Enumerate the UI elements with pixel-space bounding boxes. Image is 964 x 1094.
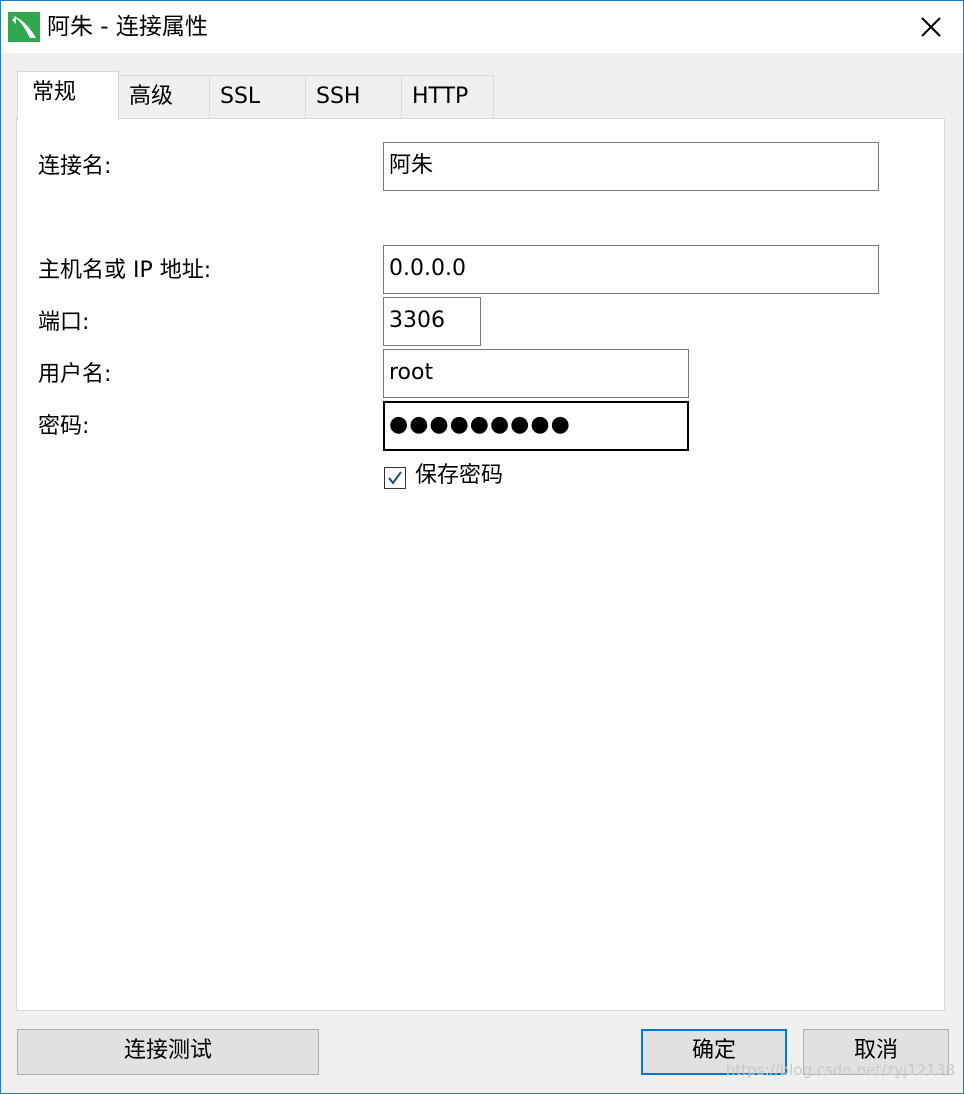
- port-input[interactable]: 3306: [383, 297, 481, 346]
- port-label: 端口:: [38, 310, 90, 335]
- test-connection-button[interactable]: 连接测试: [17, 1029, 319, 1075]
- save-password-checkbox[interactable]: [384, 467, 406, 489]
- title-bar: 阿朱 - 连接属性: [1, 1, 963, 53]
- password-label: 密码:: [38, 414, 90, 439]
- connection-name-input[interactable]: 阿朱: [383, 142, 879, 191]
- username-label: 用户名:: [38, 362, 112, 387]
- username-input[interactable]: root: [383, 349, 689, 398]
- host-label: 主机名或 IP 地址:: [38, 258, 212, 283]
- tab-ssh[interactable]: SSH: [305, 75, 402, 119]
- close-icon: [921, 17, 941, 37]
- checkmark-icon: [388, 471, 402, 485]
- password-input[interactable]: ●●●●●●●●●: [383, 401, 689, 451]
- tab-advanced[interactable]: 高级: [118, 75, 210, 119]
- host-input[interactable]: 0.0.0.0: [383, 245, 879, 294]
- save-password-label[interactable]: 保存密码: [415, 462, 503, 490]
- navicat-mysql-icon: [8, 12, 40, 42]
- window-title: 阿朱 - 连接属性: [47, 14, 208, 40]
- dialog-window: 阿朱 - 连接属性 常规 高级 SSL SSH HTTP 连接名: 阿朱 主机名…: [0, 0, 964, 1094]
- tab-ssl[interactable]: SSL: [209, 75, 306, 119]
- close-button[interactable]: [899, 1, 963, 53]
- watermark-text: https://blog.csdn.net/zyj12138: [725, 1061, 955, 1079]
- tab-general[interactable]: 常规: [17, 71, 119, 120]
- tab-http[interactable]: HTTP: [401, 75, 494, 119]
- connection-name-label: 连接名:: [38, 154, 112, 179]
